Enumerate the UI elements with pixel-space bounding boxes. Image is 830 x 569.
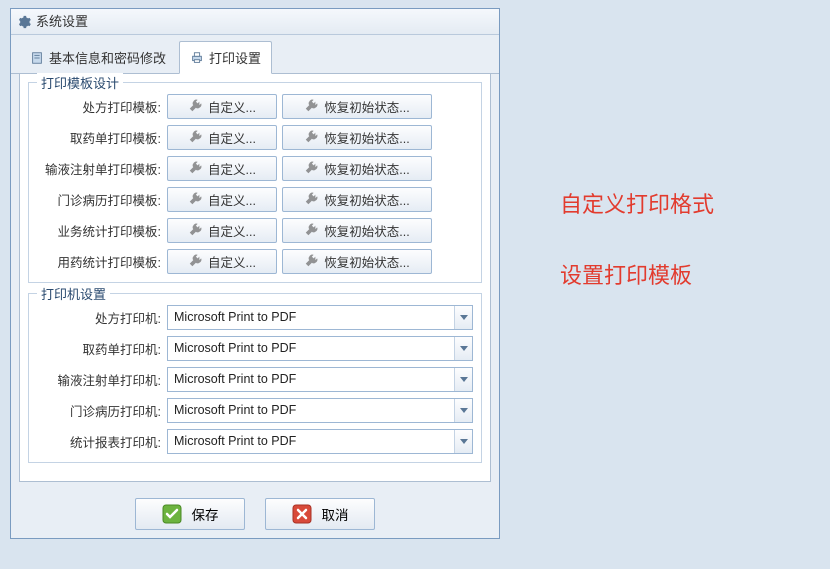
group-printer-settings: 打印机设置 处方打印机:Microsoft Print to PDF 取药单打印… — [28, 293, 482, 463]
customize-business-stats-template-button[interactable]: 自定义... — [167, 218, 277, 243]
label-record-template: 门诊病历打印模板: — [37, 190, 167, 209]
reset-prescription-template-button[interactable]: 恢复初始状态... — [282, 94, 432, 119]
report-printer-combo[interactable]: Microsoft Print to PDF — [167, 429, 473, 454]
injection-printer-combo[interactable]: Microsoft Print to PDF — [167, 367, 473, 392]
reset-medicine-template-button[interactable]: 恢复初始状态... — [282, 125, 432, 150]
printer-icon — [190, 51, 204, 65]
wrench-icon — [188, 223, 202, 237]
tab-basic-info[interactable]: 基本信息和密码修改 — [19, 41, 177, 73]
reset-business-stats-template-button[interactable]: 恢复初始状态... — [282, 218, 432, 243]
tab-print-settings[interactable]: 打印设置 — [179, 41, 272, 74]
customize-injection-template-button[interactable]: 自定义... — [167, 156, 277, 181]
wrench-icon — [304, 99, 318, 113]
label-medicine-printer: 取药单打印机: — [37, 339, 167, 358]
cancel-button[interactable]: 取消 — [265, 498, 375, 530]
prescription-printer-combo[interactable]: Microsoft Print to PDF — [167, 305, 473, 330]
medicine-printer-combo[interactable]: Microsoft Print to PDF — [167, 336, 473, 361]
group-print-templates: 打印模板设计 处方打印模板:自定义...恢复初始状态... 取药单打印模板:自定… — [28, 82, 482, 283]
chevron-down-icon[interactable] — [454, 368, 472, 391]
close-icon — [292, 504, 312, 524]
label-medicine-template: 取药单打印模板: — [37, 128, 167, 147]
wrench-icon — [188, 130, 202, 144]
window-title: 系统设置 — [36, 9, 88, 35]
check-icon — [162, 504, 182, 524]
label-drug-stats-template: 用药统计打印模板: — [37, 252, 167, 271]
wrench-icon — [304, 192, 318, 206]
group-title: 打印模板设计 — [37, 73, 123, 92]
group-title: 打印机设置 — [37, 284, 110, 303]
document-icon — [30, 51, 44, 65]
label-injection-template: 输液注射单打印模板: — [37, 159, 167, 178]
reset-drug-stats-template-button[interactable]: 恢复初始状态... — [282, 249, 432, 274]
label-record-printer: 门诊病历打印机: — [37, 401, 167, 420]
panel-print-settings: 打印模板设计 处方打印模板:自定义...恢复初始状态... 取药单打印模板:自定… — [19, 74, 491, 482]
wrench-icon — [188, 99, 202, 113]
reset-record-template-button[interactable]: 恢复初始状态... — [282, 187, 432, 212]
titlebar: 系统设置 — [11, 9, 499, 35]
label-prescription-printer: 处方打印机: — [37, 308, 167, 327]
dialog-button-bar: 保存 取消 — [11, 490, 499, 538]
customize-prescription-template-button[interactable]: 自定义... — [167, 94, 277, 119]
save-button[interactable]: 保存 — [135, 498, 245, 530]
customize-medicine-template-button[interactable]: 自定义... — [167, 125, 277, 150]
wrench-icon — [188, 192, 202, 206]
chevron-down-icon[interactable] — [454, 337, 472, 360]
label-injection-printer: 输液注射单打印机: — [37, 370, 167, 389]
chevron-down-icon[interactable] — [454, 306, 472, 329]
annotation-1: 自定义打印格式 — [560, 187, 714, 219]
record-printer-combo[interactable]: Microsoft Print to PDF — [167, 398, 473, 423]
label-prescription-template: 处方打印模板: — [37, 97, 167, 116]
annotation-2: 设置打印模板 — [560, 258, 692, 290]
wrench-icon — [304, 130, 318, 144]
wrench-icon — [188, 254, 202, 268]
reset-injection-template-button[interactable]: 恢复初始状态... — [282, 156, 432, 181]
wrench-icon — [188, 161, 202, 175]
wrench-icon — [304, 223, 318, 237]
label-report-printer: 统计报表打印机: — [37, 432, 167, 451]
wrench-icon — [304, 161, 318, 175]
customize-drug-stats-template-button[interactable]: 自定义... — [167, 249, 277, 274]
chevron-down-icon[interactable] — [454, 430, 472, 453]
customize-record-template-button[interactable]: 自定义... — [167, 187, 277, 212]
label-business-stats-template: 业务统计打印模板: — [37, 221, 167, 240]
chevron-down-icon[interactable] — [454, 399, 472, 422]
wrench-icon — [304, 254, 318, 268]
system-settings-window: 系统设置 基本信息和密码修改 打印设置 打印模板设计 处方打印模板:自定义...… — [10, 8, 500, 539]
tab-bar: 基本信息和密码修改 打印设置 — [11, 35, 499, 74]
gear-icon — [17, 15, 31, 29]
